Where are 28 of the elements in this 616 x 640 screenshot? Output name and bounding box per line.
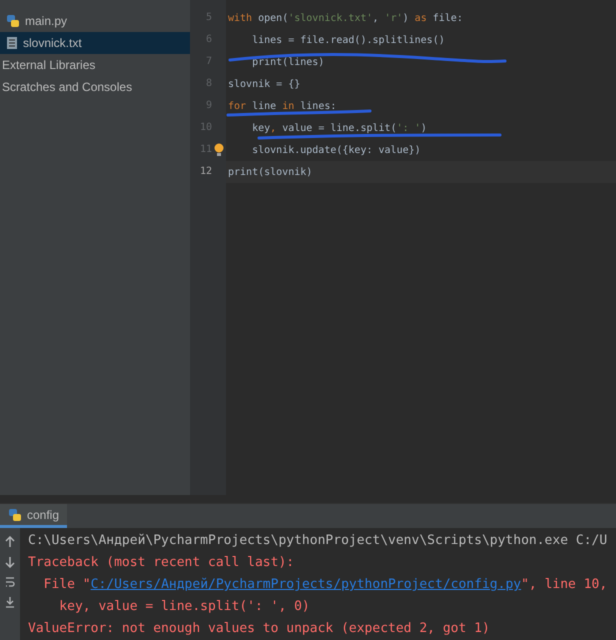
code-line: slovnik.update({key: value}) — [251, 144, 421, 158]
run-tab[interactable]: config — [0, 504, 68, 528]
down-arrow-icon[interactable] — [5, 556, 15, 568]
tree-item[interactable]: External Libraries — [0, 54, 190, 76]
error-line: key, value = line.split(': ', 0) — [58, 598, 311, 616]
code-line: print(lines) — [251, 56, 324, 70]
python-file-icon — [8, 508, 22, 522]
code-line: with open('slovnick.txt', 'r') as file: — [228, 12, 463, 26]
error-line: ValueError: not enough values to unpack (expected 2, got 1) — [28, 620, 491, 638]
code-line: print(slovnik) — [228, 166, 312, 180]
console-line: C:\Users\Андрей\PycharmProjects\pythonProject\venv\Scripts\python.exe C:/U — [28, 532, 608, 550]
code-line: lines = file.read().splitlines() — [251, 34, 445, 48]
error-line: Traceback (most recent call last): — [28, 554, 296, 572]
tree-item[interactable]: main.py — [0, 10, 190, 32]
up-arrow-icon[interactable] — [5, 536, 15, 548]
error-line: File "C:/Users/Андрей/PycharmProjects/pythonProject/config.py", line 10, — [42, 576, 608, 594]
soft-wrap-icon[interactable] — [5, 576, 15, 588]
tree-item[interactable]: slovnick.txt — [0, 32, 190, 54]
line-number: 12 — [200, 165, 212, 179]
code-line: slovnik = {} — [228, 78, 300, 92]
tree-item[interactable]: Scratches and Consoles — [0, 76, 190, 98]
download-icon[interactable] — [5, 596, 15, 608]
text-file-icon — [6, 36, 18, 50]
file-link[interactable]: C:/Users/Андрей/PycharmProjects/pythonProject/config.py — [90, 577, 522, 592]
lightbulb-icon[interactable] — [214, 143, 224, 157]
code-line: for line in lines: — [228, 100, 336, 114]
python-file-icon — [6, 14, 20, 28]
code-line: key, value = line.split(': ') — [251, 122, 427, 136]
